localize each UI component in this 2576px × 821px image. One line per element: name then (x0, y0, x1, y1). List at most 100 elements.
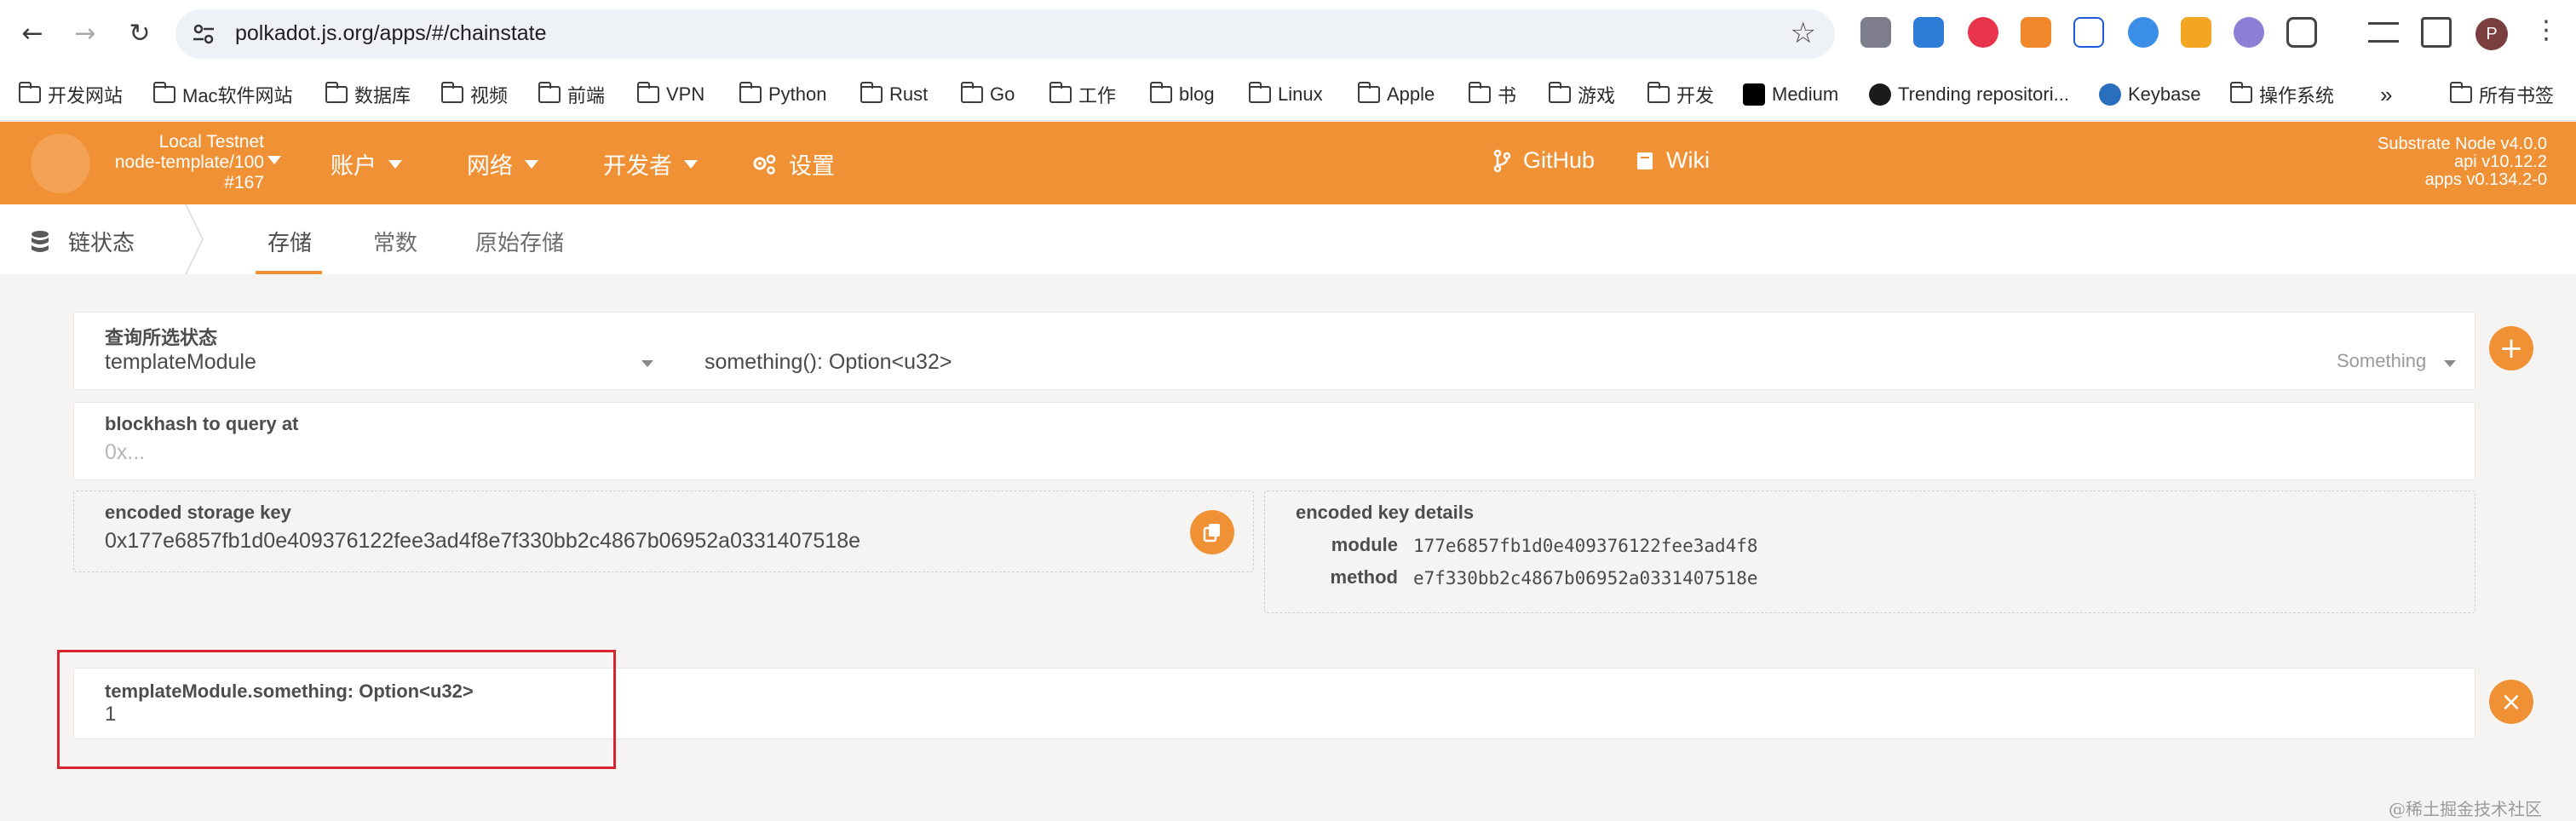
chevron-down-icon[interactable] (641, 360, 653, 367)
tab-raw-storage[interactable]: 原始存储 (475, 226, 564, 257)
bookmark-label: 游戏 (1578, 85, 1616, 106)
key-details-panel: encoded key details module 177e6857fb1d0… (1264, 491, 2475, 613)
bookmark-folder[interactable]: 数据库 (325, 82, 411, 107)
version-info: Substrate Node v4.0.0 api v10.12.2 apps … (2378, 135, 2547, 189)
bookmark-folder[interactable]: 开发 (1647, 82, 1714, 107)
encoded-key-panel: encoded storage key 0x177e6857fb1d0e4093… (73, 491, 1254, 572)
copy-button[interactable] (1190, 510, 1234, 554)
reading-list-icon[interactable] (2368, 22, 2399, 43)
bookmark-label: 开发网站 (48, 85, 124, 106)
bookmark-folder[interactable]: Linux (1248, 82, 1323, 107)
bookmark-folder[interactable]: blog (1149, 82, 1215, 107)
query-card: 查询所选状态 templateModule something(): Optio… (73, 312, 2475, 390)
chevron-down-icon[interactable] (2444, 360, 2456, 367)
ghost-extension-icon[interactable] (2234, 17, 2264, 48)
blockhash-label: blockhash to query at (105, 413, 299, 434)
bookmark-folder[interactable]: Go (960, 82, 1015, 107)
method-select[interactable]: something(): Option<u32> (704, 350, 952, 375)
bookmark-folder[interactable]: Python (739, 82, 827, 107)
git-branch-icon (1493, 149, 1511, 172)
chain-node: node-template/100 (114, 152, 264, 172)
bookmark-label: blog (1179, 83, 1215, 105)
add-query-button[interactable]: + (2489, 326, 2533, 370)
all-bookmarks-folder[interactable]: 所有书签 (2449, 82, 2555, 107)
bookmark-folder[interactable]: 书 (1468, 82, 1516, 107)
bookmark-folder[interactable]: 开发网站 (18, 82, 124, 107)
bookmark-folder[interactable]: Apple (1357, 82, 1435, 107)
chevron-down-icon (525, 159, 538, 169)
wiki-label: Wiki (1666, 147, 1710, 173)
bookmark-folder[interactable]: 前端 (538, 82, 605, 107)
avatar-extension-icon[interactable] (2181, 17, 2211, 48)
bookmark-link[interactable]: Trending repositori... (1869, 82, 2069, 107)
folder-icon (739, 82, 762, 103)
bookmark-label: Linux (1278, 83, 1323, 105)
bookmark-folder[interactable]: VPN (636, 82, 704, 107)
node-version: Substrate Node v4.0.0 (2377, 135, 2547, 153)
browser-menu-icon[interactable]: ⋮ (2533, 15, 2559, 45)
menu-label: 网络 (467, 153, 513, 179)
folder-icon (2229, 82, 2252, 103)
metamask-extension-icon[interactable] (2021, 17, 2051, 48)
module-select[interactable]: templateModule (105, 350, 256, 375)
bookmark-label: 工作 (1078, 85, 1117, 106)
bookmark-label: 所有书签 (2479, 85, 2555, 106)
github-link[interactable]: GitHub (1492, 147, 1595, 174)
menu-accounts[interactable]: 账户 (331, 147, 402, 181)
bookmark-folder[interactable]: Mac软件网站 (152, 82, 293, 107)
menu-developer[interactable]: 开发者 (603, 147, 698, 181)
menu-network[interactable]: 网络 (467, 147, 538, 181)
bookmark-folder[interactable]: 视频 (440, 82, 509, 107)
site-settings-icon[interactable] (191, 21, 216, 47)
browser-toolbar: ← → ↻ polkadot.js.org/apps/#/chainstate … (0, 0, 2576, 68)
chain-logo[interactable] (31, 134, 90, 193)
bookmark-star-icon[interactable]: ☆ (1791, 16, 1816, 50)
github-label: GitHub (1523, 147, 1596, 173)
module-label: module (1331, 534, 1398, 555)
folder-icon (538, 82, 561, 103)
bookmark-link[interactable]: Medium (1743, 82, 1838, 107)
bookmark-label: Mac软件网站 (182, 85, 293, 106)
pocket-extension-icon[interactable] (1968, 17, 1998, 48)
chevron-down-icon (388, 159, 402, 169)
encoded-key-label: encoded storage key (105, 502, 291, 523)
extensions-puzzle-icon[interactable] (2286, 17, 2317, 48)
bookmark-link[interactable]: Keybase (2099, 82, 2201, 107)
bookmark-label: 开发 (1676, 85, 1715, 106)
wave-extension-icon[interactable] (2073, 17, 2104, 48)
tab-constants[interactable]: 常数 (373, 226, 417, 257)
chain-selector[interactable]: Local Testnet node-template/100 #167 (94, 132, 264, 193)
chevron-down-icon[interactable] (267, 156, 281, 164)
book-icon (1637, 152, 1653, 169)
menu-settings[interactable]: 设置 (751, 147, 835, 181)
folder-icon (860, 82, 883, 103)
bookmark-folder[interactable]: 工作 (1049, 82, 1116, 107)
bookmark-label: 操作系统 (2259, 85, 2335, 106)
url-text[interactable]: polkadot.js.org/apps/#/chainstate (235, 21, 547, 46)
bookmark-label: Keybase (2128, 83, 2201, 105)
profile-avatar[interactable]: P (2475, 18, 2508, 50)
remove-result-button[interactable]: × (2489, 680, 2533, 724)
app-header: Local Testnet node-template/100 #167 账户 … (0, 122, 2576, 204)
blockhash-card: blockhash to query at 0x... (73, 402, 2475, 480)
chevron-down-icon (684, 159, 698, 169)
bookmark-label: 视频 (470, 85, 509, 106)
bookmark-folder[interactable]: 操作系统 (2229, 82, 2335, 107)
reload-icon[interactable]: ↻ (121, 15, 158, 53)
extension-icon[interactable] (1860, 17, 1891, 48)
side-panel-icon[interactable] (2421, 17, 2452, 48)
back-icon[interactable]: ← (14, 15, 51, 53)
bookmark-folder[interactable]: 游戏 (1548, 82, 1616, 107)
bookmark-label: Go (990, 83, 1015, 105)
address-bar[interactable]: polkadot.js.org/apps/#/chainstate ☆ (175, 9, 1835, 59)
more-bookmarks-button[interactable]: » (2380, 82, 2392, 107)
key-details-label: encoded key details (1296, 502, 1475, 523)
tab-storage[interactable]: 存储 (267, 226, 312, 257)
bookmark-folder[interactable]: Rust (860, 82, 928, 107)
translate-extension-icon[interactable] (2128, 17, 2159, 48)
blockhash-input[interactable]: 0x... (105, 440, 145, 465)
download-extension-icon[interactable] (1913, 17, 1944, 48)
wiki-link[interactable]: Wiki (1636, 147, 1710, 174)
folder-icon (152, 82, 175, 103)
forward-icon[interactable]: → (66, 15, 104, 53)
